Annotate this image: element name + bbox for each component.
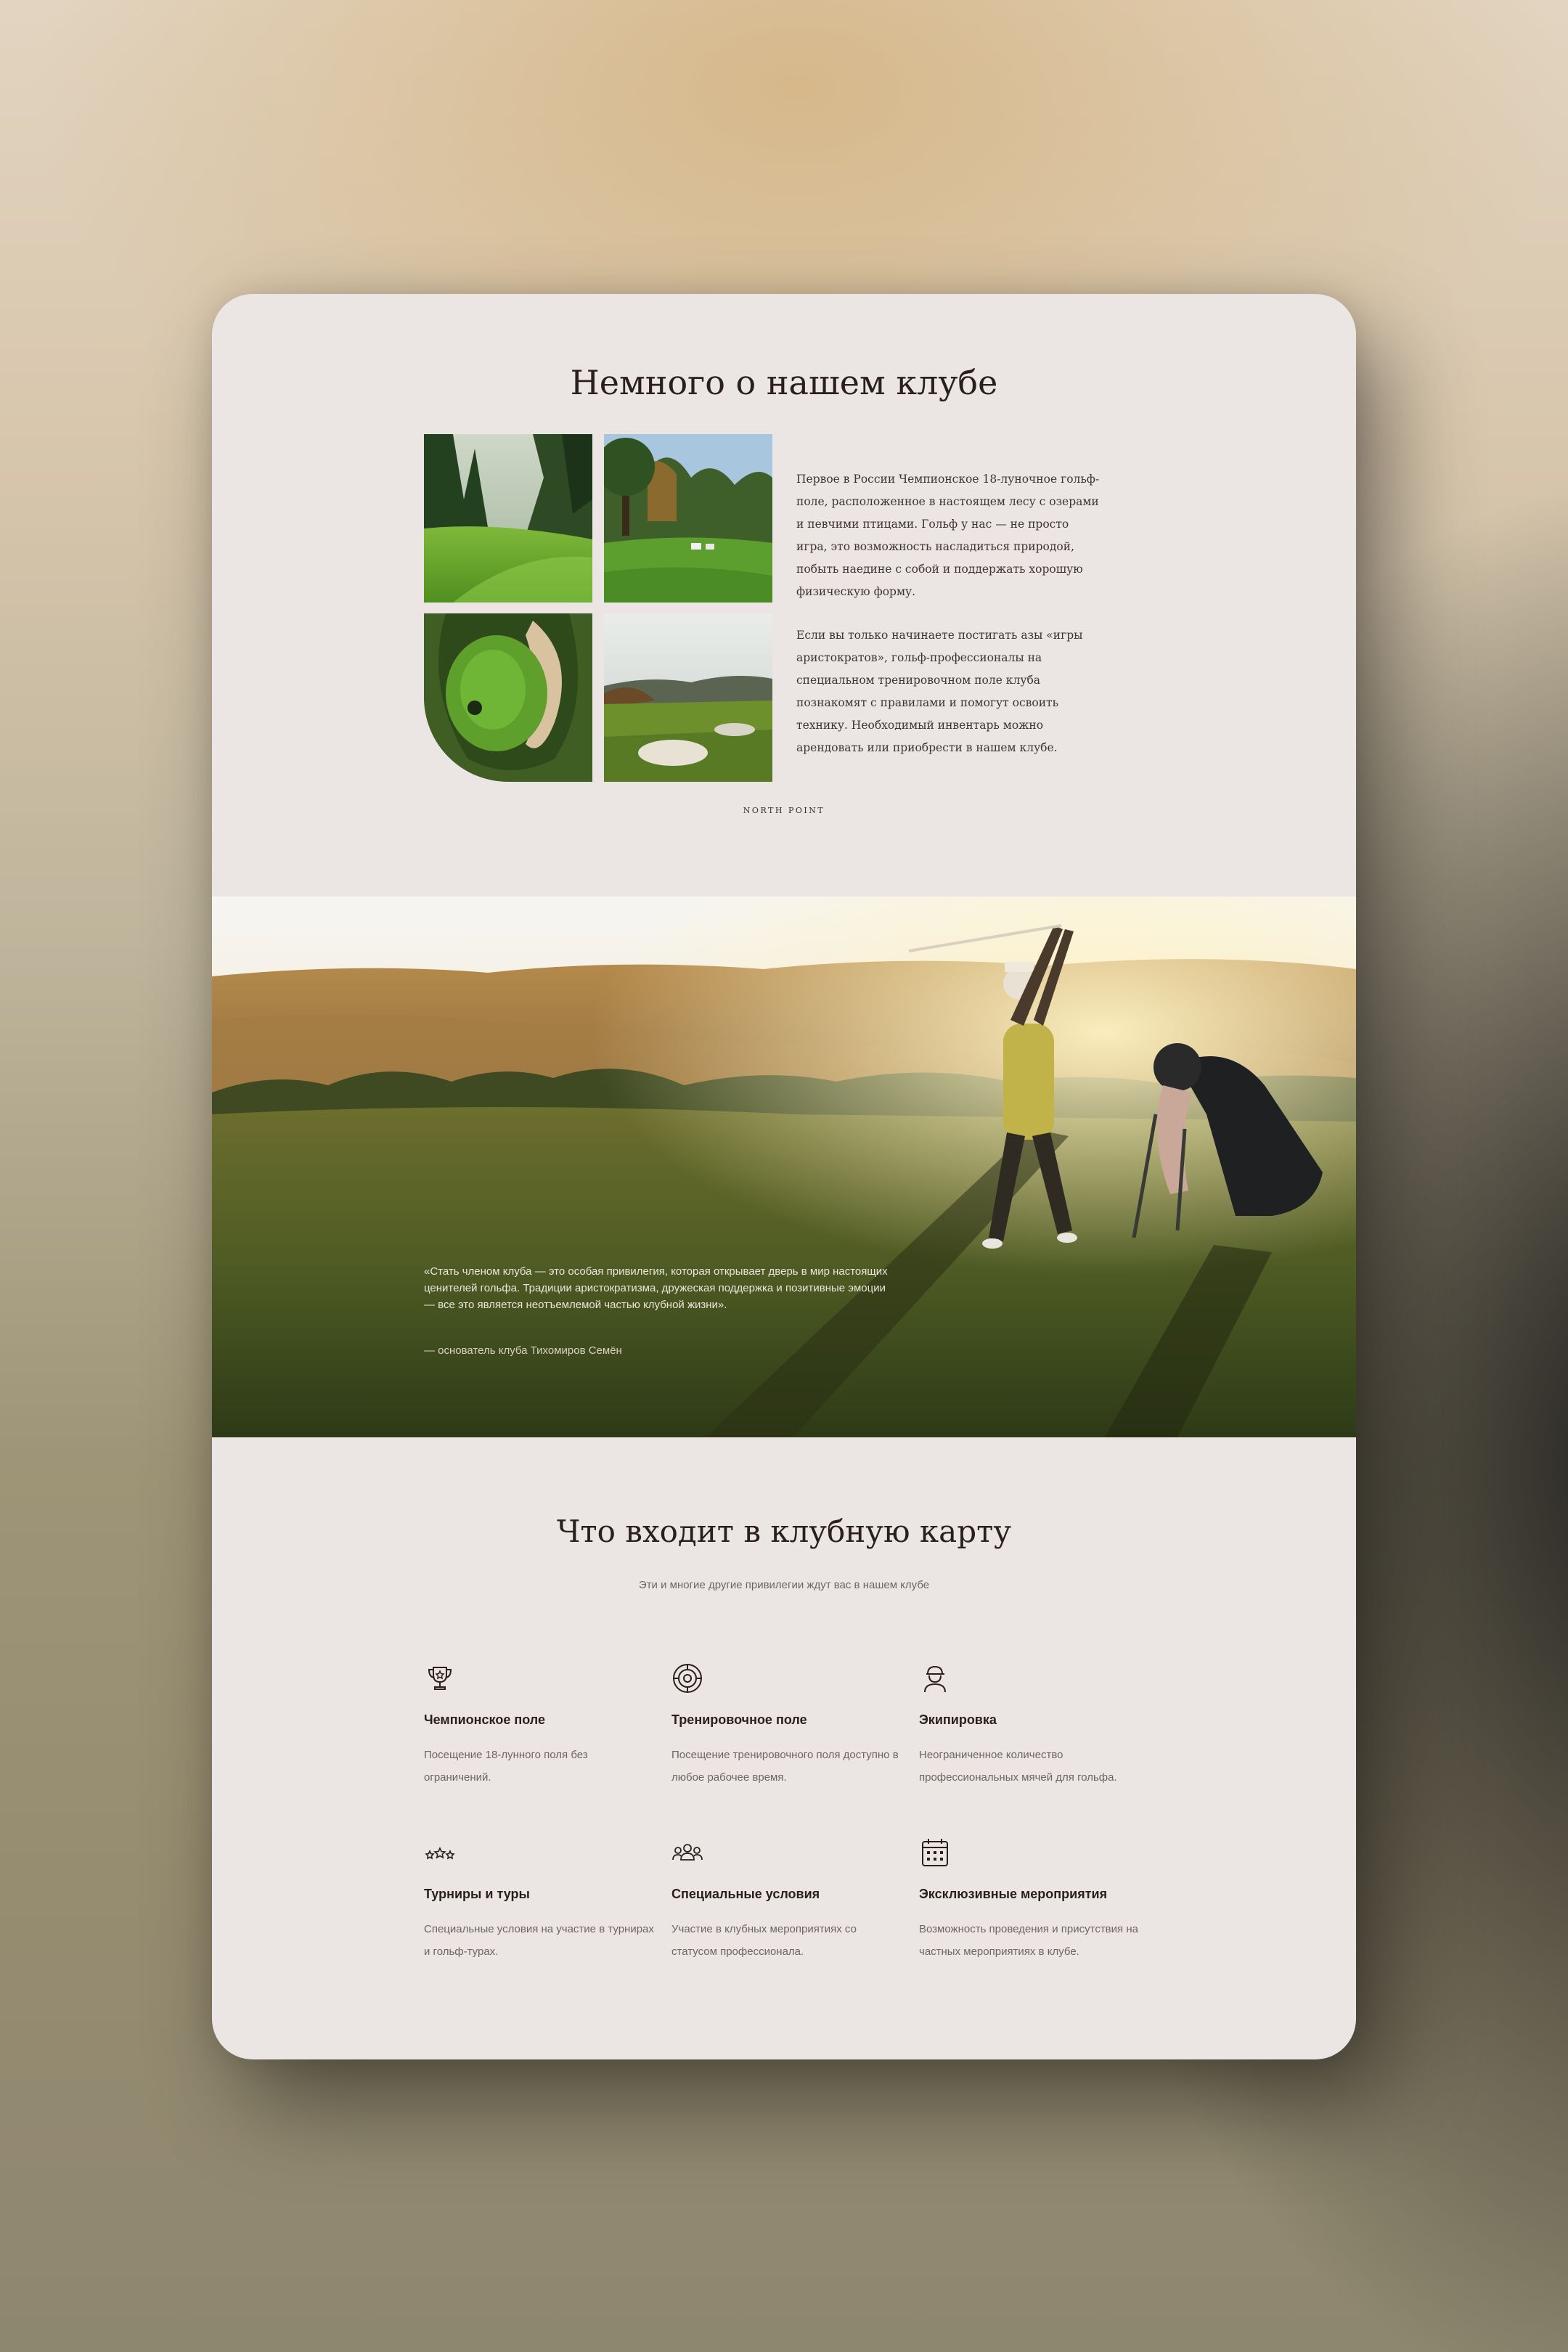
benefit-desc: Посещение 18-лунного поля без ограничени… — [424, 1749, 588, 1784]
benefits-subtitle: Эти и многие другие привилегии ждут вас … — [638, 1579, 930, 1591]
about-paragraph-1: Первое в России Чемпионское 18-луночное … — [796, 473, 1100, 598]
benefit-desc: Возможность проведения и присутствия на … — [919, 1923, 1138, 1958]
benefit-card-special: Специальные условия Участие в клубных ме… — [671, 1837, 904, 1963]
benefit-name: Турниры и туры — [424, 1887, 530, 1901]
quote-author: — основатель клуба Тихомиров Семён — [424, 1344, 622, 1357]
aerial-green-photo — [424, 613, 592, 782]
stars-icon — [425, 1847, 455, 1860]
benefit-name: Тренировочное поле — [671, 1712, 807, 1727]
about-paragraph-2: Если вы только начинаете постигать азы «… — [796, 629, 1083, 754]
benefits-title: Что входит в клубную карту — [556, 1514, 1012, 1549]
golf-carts-course-photo — [604, 434, 772, 603]
group-icon — [672, 1844, 703, 1861]
benefit-name: Специальные условия — [671, 1887, 820, 1901]
benefit-name: Экипировка — [919, 1712, 997, 1727]
sand-bunker-photo — [604, 613, 772, 782]
benefit-desc: Специальные условия на участие в турнира… — [424, 1923, 654, 1958]
benefit-card-equipment: Экипировка Неограниченное количество про… — [919, 1662, 1151, 1789]
golfer-cap-icon — [924, 1665, 946, 1693]
benefit-desc: Неограниченное количество профессиональн… — [919, 1749, 1117, 1784]
target-icon — [673, 1664, 702, 1693]
benefit-desc: Участие в клубных мероприятиях со статус… — [671, 1923, 857, 1958]
benefit-card-championship: Чемпионское поле Посещение 18-лунного по… — [424, 1662, 656, 1789]
benefit-card-exclusive: Эксклюзивные мероприятия Возможность про… — [919, 1837, 1151, 1963]
page-card: Немного о нашем клубе Первое в России Че… — [212, 294, 1356, 2059]
north-point-signature: NORTH POINT — [743, 806, 825, 815]
benefit-name: Чемпионское поле — [424, 1712, 545, 1727]
club-quote: «Стать членом клуба — это особая привиле… — [424, 1265, 888, 1311]
golfer-at-sunset-photo: «Стать членом клуба — это особая привиле… — [212, 897, 1356, 1437]
calendar-icon — [922, 1839, 948, 1866]
benefit-desc: Посещение тренировочного поля доступно в… — [671, 1749, 899, 1784]
trophy-icon — [428, 1667, 452, 1690]
about-title: Немного о нашем клубе — [570, 363, 998, 402]
forest-fairway-photo — [424, 434, 592, 603]
benefit-card-training: Тренировочное поле Посещение тренировочн… — [671, 1662, 904, 1789]
benefit-name: Эксклюзивные мероприятия — [919, 1887, 1108, 1901]
benefit-card-tournaments: Турниры и туры Специальные условия на уч… — [424, 1837, 656, 1963]
